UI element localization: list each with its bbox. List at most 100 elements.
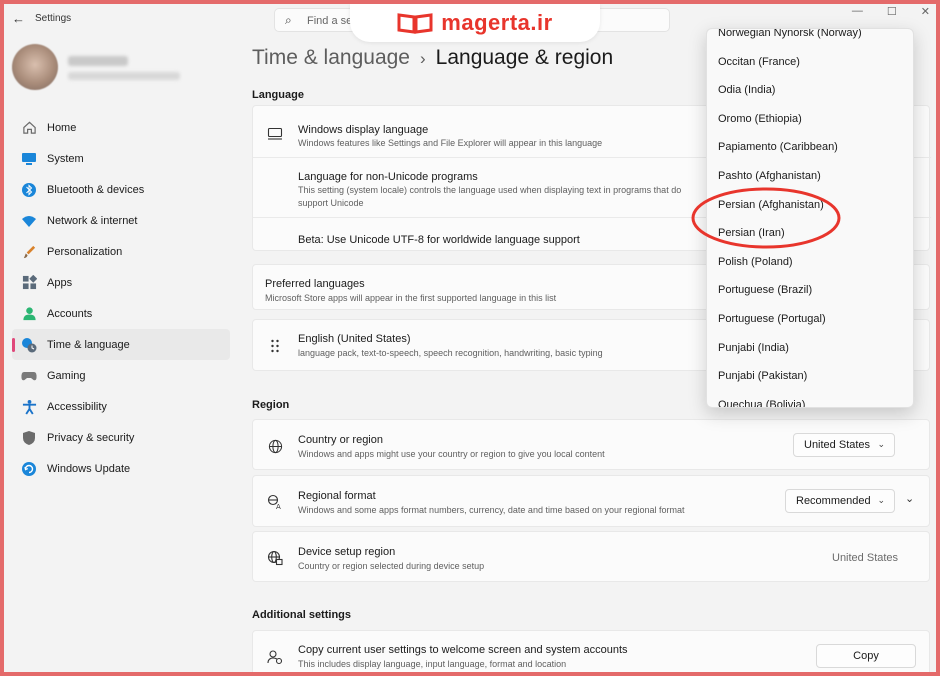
drag-handle-icon[interactable] — [267, 338, 283, 354]
app-title: Settings — [35, 13, 72, 24]
regional-format-select[interactable]: Recommended ⌄ — [785, 489, 895, 513]
user-settings-icon — [267, 649, 283, 665]
country-region-card: Country or region Windows and apps might… — [252, 419, 930, 470]
sidebar-item-label: Personalization — [47, 245, 123, 258]
shield-icon — [21, 430, 37, 446]
sidebar-item-label: Home — [47, 121, 77, 134]
close-icon[interactable]: ✕ — [921, 5, 930, 18]
utf8-beta-label: Beta: Use Unicode UTF-8 for worldwide la… — [298, 234, 580, 246]
avatar — [12, 44, 58, 90]
sidebar-item-apps[interactable]: Apps — [12, 267, 230, 298]
svg-text:A: A — [276, 503, 281, 510]
window-controls: — ☐ ✕ — [852, 5, 930, 18]
sidebar-item-bluetooth-devices[interactable]: Bluetooth & devices — [12, 174, 230, 205]
breadcrumb-separator: › — [419, 49, 426, 68]
sidebar-nav: Home System Bluetooth & devices Network & i… — [12, 112, 230, 484]
sidebar-item-label: Bluetooth & devices — [47, 183, 145, 196]
country-region-title: Country or region — [298, 434, 383, 446]
sidebar-item-label: Windows Update — [47, 462, 131, 475]
language-section-title: Language — [252, 89, 304, 101]
breadcrumb: Time & language › Language & region — [252, 46, 613, 70]
sidebar-item-network-internet[interactable]: Network & internet — [12, 205, 230, 236]
expand-chevron-icon[interactable]: ⌄ — [905, 492, 914, 505]
sidebar-item-gaming[interactable]: Gaming — [12, 360, 230, 391]
english-language-title: English (United States) — [298, 333, 411, 345]
language-dropdown-list: Norwegian Nynorsk (Norway) Occitan (Franc… — [707, 29, 913, 407]
language-option[interactable]: Portuguese (Brazil) — [707, 276, 913, 305]
chevron-down-icon: ⌄ — [877, 495, 885, 505]
sidebar-item-system[interactable]: System — [12, 143, 230, 174]
country-region-select[interactable]: United States ⌄ — [793, 433, 895, 457]
search-placeholder: Find a se — [307, 15, 353, 27]
regional-format-card[interactable]: A Regional format Windows and some apps … — [252, 475, 930, 527]
device-setup-region-title: Device setup region — [298, 546, 396, 558]
sidebar-item-label: Gaming — [47, 369, 86, 382]
wifi-icon — [21, 213, 37, 229]
language-option[interactable]: Punjabi (Pakistan) — [707, 362, 913, 391]
device-setup-region-value: United States — [832, 552, 899, 564]
brush-icon — [21, 244, 37, 260]
language-option[interactable]: Polish (Poland) — [707, 248, 913, 277]
sidebar-item-time-language[interactable]: Time & language — [12, 329, 230, 360]
regional-format-title: Regional format — [298, 490, 376, 502]
copy-settings-card: Copy current user settings to welcome sc… — [252, 630, 930, 672]
home-icon — [21, 120, 37, 136]
language-option[interactable]: Punjabi (India) — [707, 334, 913, 363]
blurred-user-name — [68, 56, 128, 66]
watermark-text: magerta.ir — [441, 10, 553, 35]
sidebar-item-personalization[interactable]: Personalization — [12, 236, 230, 267]
sidebar-item-privacy-security[interactable]: Privacy & security — [12, 422, 230, 453]
regional-format-value: Recommended — [796, 495, 871, 507]
clock-globe-icon — [21, 337, 37, 353]
regional-format-icon: A — [267, 494, 283, 510]
maximize-icon[interactable]: ☐ — [887, 5, 897, 18]
sidebar-item-label: Network & internet — [47, 214, 138, 227]
system-icon — [21, 151, 37, 167]
blurred-user-email — [68, 72, 180, 80]
region-section-title: Region — [252, 399, 290, 411]
display-language-desc: Windows features like Settings and File … — [298, 138, 603, 148]
watermark-banner: magerta.ir — [350, 4, 600, 42]
language-option[interactable]: Persian (Afghanistan) — [707, 191, 913, 220]
language-dropdown-popup[interactable]: Norwegian Nynorsk (Norway) Occitan (Franc… — [706, 28, 914, 408]
user-profile[interactable] — [12, 44, 202, 96]
accounts-icon — [21, 306, 37, 322]
sidebar-item-home[interactable]: Home — [12, 112, 230, 143]
sidebar-item-label: Time & language — [47, 338, 130, 351]
page-title: Language & region — [435, 46, 614, 69]
non-unicode-desc-line2: support Unicode — [298, 198, 364, 208]
sidebar-item-label: System — [47, 152, 84, 165]
language-option[interactable]: Quechua (Bolivia) — [707, 391, 913, 407]
update-icon — [21, 461, 37, 477]
country-region-desc: Windows and apps might use your country … — [298, 449, 605, 459]
apps-icon — [21, 275, 37, 291]
sidebar-item-accounts[interactable]: Accounts — [12, 298, 230, 329]
language-option[interactable]: Persian (Iran) — [707, 219, 913, 248]
back-arrow-icon[interactable]: ← — [12, 11, 25, 26]
sidebar-item-accessibility[interactable]: Accessibility — [12, 391, 230, 422]
search-icon: ⌕ — [285, 13, 292, 27]
copy-button[interactable]: Copy — [816, 644, 916, 668]
chevron-down-icon: ⌄ — [877, 439, 885, 449]
language-option[interactable]: Odia (India) — [707, 76, 913, 105]
sidebar-item-label: Apps — [47, 276, 73, 289]
sidebar-item-label: Accessibility — [47, 400, 107, 413]
display-language-title: Windows display language — [298, 124, 429, 136]
country-region-value: United States — [804, 439, 871, 451]
sidebar-item-windows-update[interactable]: Windows Update — [12, 453, 230, 484]
language-option[interactable]: Pashto (Afghanistan) — [707, 162, 913, 191]
minimize-icon[interactable]: — — [852, 5, 863, 18]
accessibility-icon — [21, 399, 37, 415]
language-option[interactable]: Norwegian Nynorsk (Norway) — [707, 29, 913, 48]
globe-device-icon — [267, 550, 283, 566]
sidebar-item-label: Privacy & security — [47, 431, 135, 444]
language-option[interactable]: Papiamento (Caribbean) — [707, 133, 913, 162]
language-option[interactable]: Oromo (Ethiopia) — [707, 105, 913, 134]
language-option[interactable]: Portuguese (Portugal) — [707, 305, 913, 334]
non-unicode-title: Language for non-Unicode programs — [298, 171, 478, 183]
preferred-languages-desc: Microsoft Store apps will appear in the … — [265, 293, 557, 303]
breadcrumb-parent[interactable]: Time & language — [252, 46, 410, 69]
language-option[interactable]: Occitan (France) — [707, 48, 913, 77]
bluetooth-icon — [21, 182, 37, 198]
gamepad-icon — [21, 368, 37, 384]
